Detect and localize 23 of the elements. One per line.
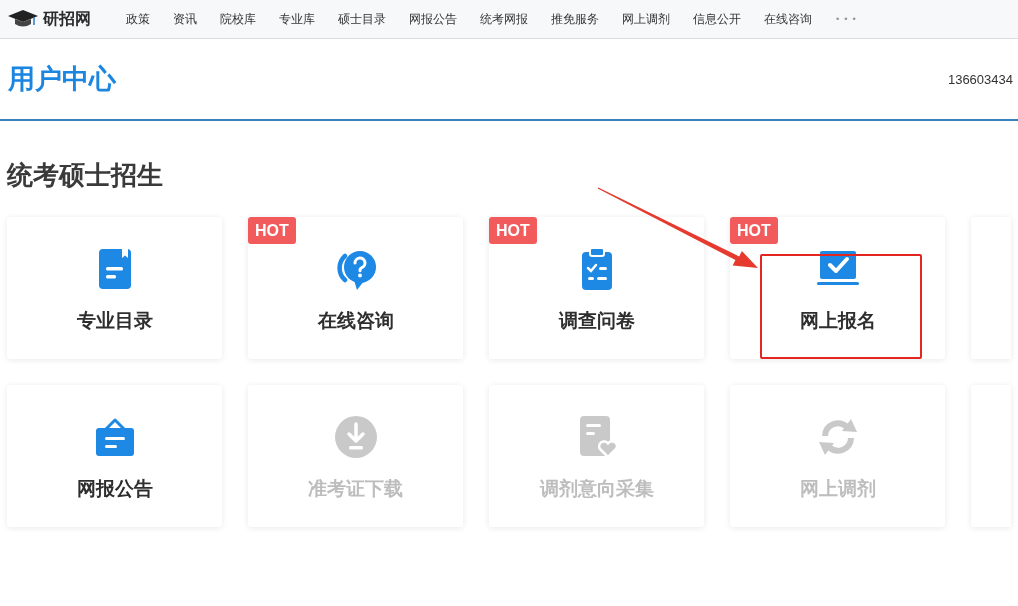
nav-link[interactable]: 在线咨询 <box>764 10 812 28</box>
nav-link[interactable]: 统考网报 <box>480 10 528 28</box>
nav-link[interactable]: 院校库 <box>220 10 256 28</box>
hot-badge: HOT <box>248 217 296 244</box>
service-card[interactable]: 专业目录 <box>7 217 222 359</box>
user-account-link[interactable]: 136603434 <box>947 71 1013 87</box>
site-logo[interactable]: 研招网 <box>8 8 91 30</box>
logo-text: 研招网 <box>43 8 91 30</box>
download-icon <box>333 414 378 459</box>
hot-badge: HOT <box>730 217 778 244</box>
nav-link[interactable]: 专业库 <box>279 10 315 28</box>
nav-link[interactable]: 硕士目录 <box>338 10 386 28</box>
nav-link[interactable]: 推免服务 <box>551 10 599 28</box>
nav-link[interactable]: 网上调剂 <box>622 10 670 28</box>
nav-link[interactable]: 政策 <box>126 10 150 28</box>
hot-badge: HOT <box>489 217 537 244</box>
nav-link[interactable]: 网报公告 <box>409 10 457 28</box>
nav-link[interactable]: 资讯 <box>173 10 197 28</box>
service-card[interactable]: 网报公告 <box>7 385 222 527</box>
nav-link[interactable]: 信息公开 <box>693 10 741 28</box>
section-title: 统考硕士招生 <box>7 159 163 192</box>
graduation-cap-icon <box>8 10 38 28</box>
page-title: 用户中心 <box>8 62 116 96</box>
